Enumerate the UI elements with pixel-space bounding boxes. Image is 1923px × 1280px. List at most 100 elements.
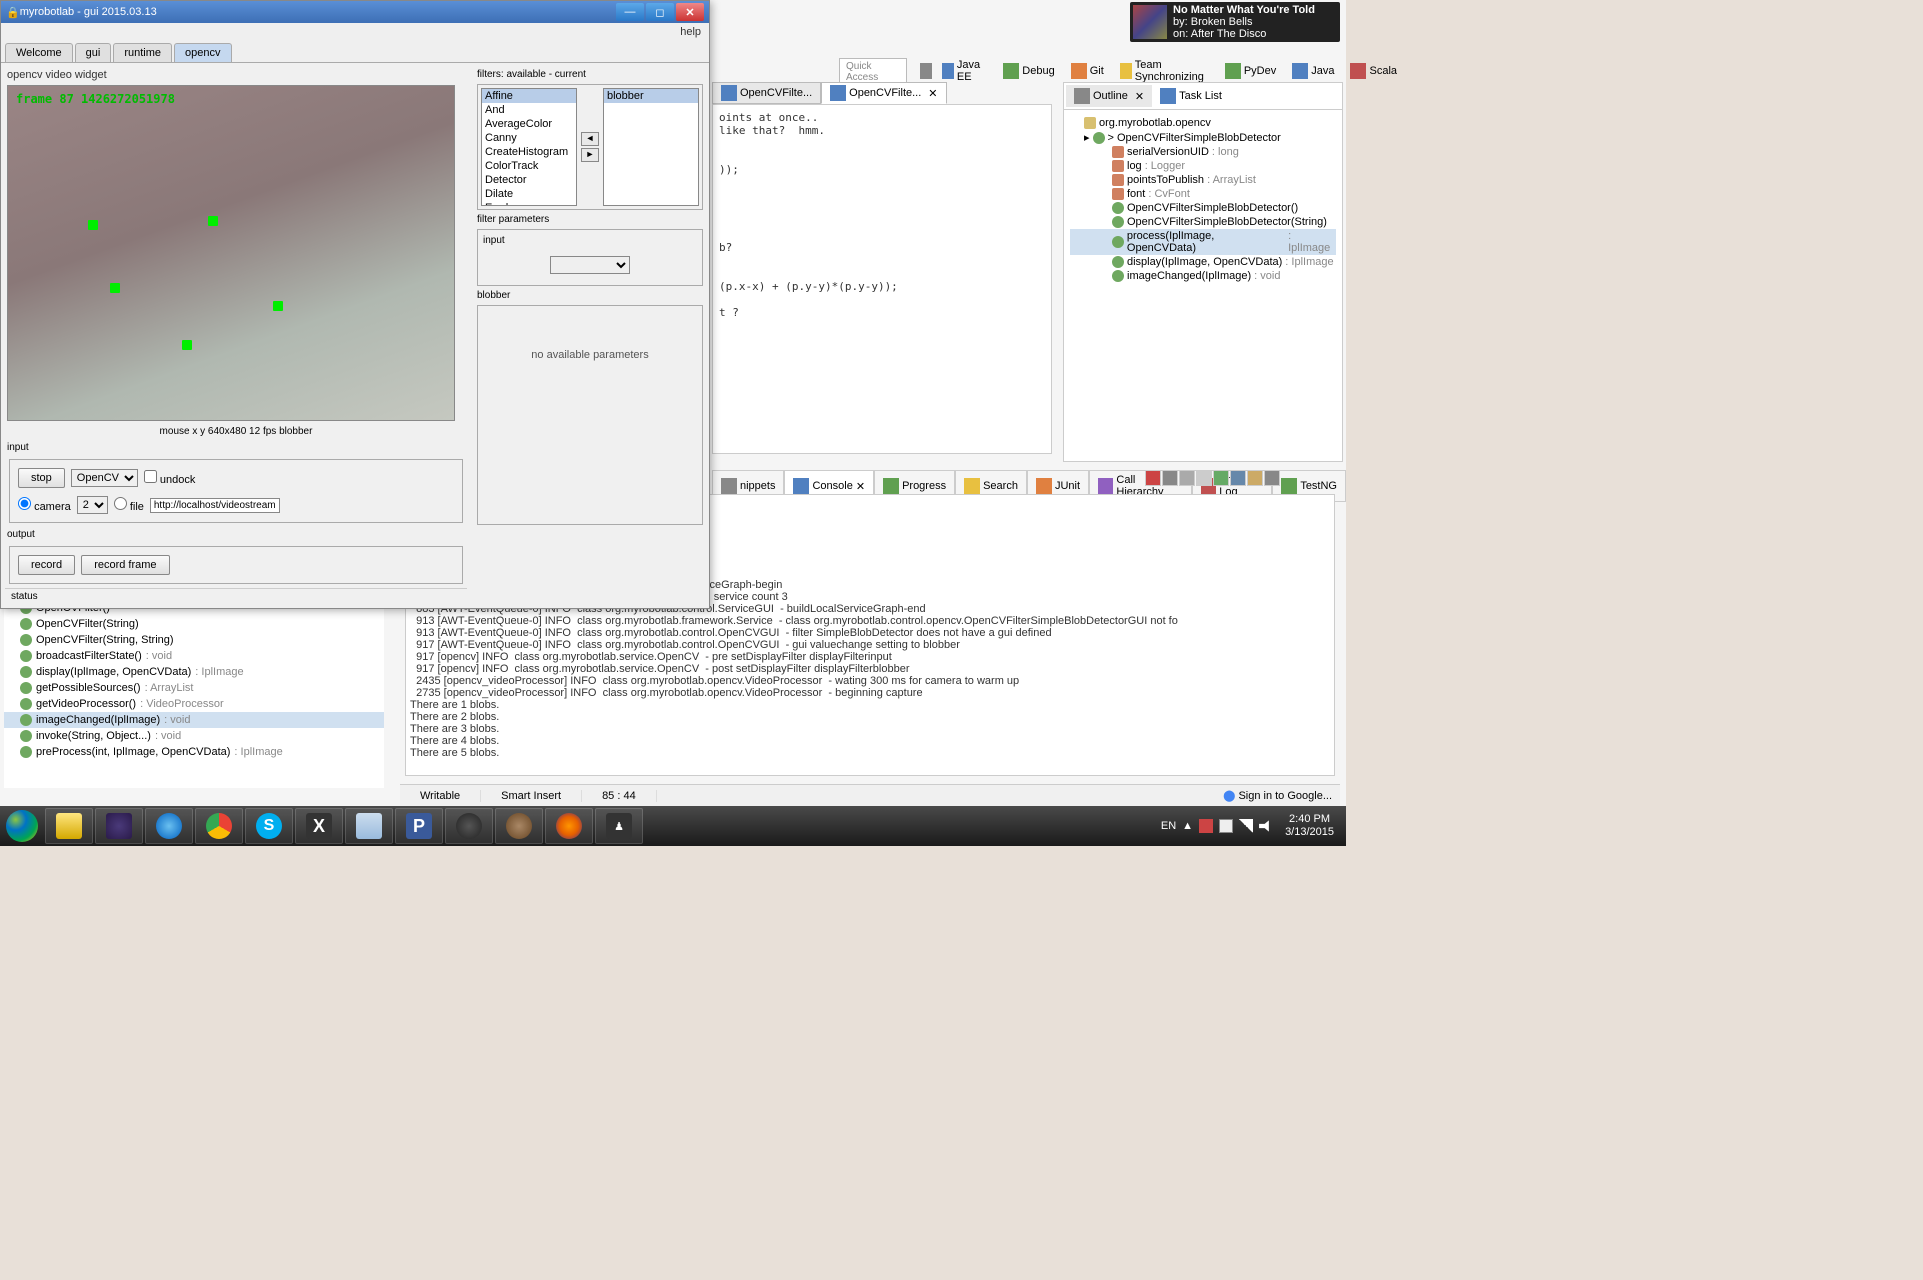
tab-runtime[interactable]: runtime: [113, 43, 172, 62]
outline-member[interactable]: display(IplImage, OpenCVData) : IplImage: [4, 664, 384, 680]
java-app-icon: ♟: [606, 813, 632, 839]
tab-gui[interactable]: gui: [75, 43, 112, 62]
outline-member[interactable]: broadcastFilterState() : void: [4, 648, 384, 664]
help-menu[interactable]: help: [1, 23, 709, 41]
editor-content[interactable]: oints at once.. like that? hmm. )); b? (…: [712, 104, 1052, 454]
video-display[interactable]: frame 87 1426272051978: [7, 85, 455, 421]
filter-option[interactable]: Canny: [482, 131, 576, 145]
outline-member[interactable]: OpenCVFilterSimpleBlobDetector(): [1070, 201, 1336, 215]
outline-member[interactable]: log : Logger: [1070, 159, 1336, 173]
taskbar-gear[interactable]: [495, 808, 543, 844]
perspective-scala[interactable]: Scala: [1344, 60, 1403, 82]
tab-welcome[interactable]: Welcome: [5, 43, 73, 62]
record-button[interactable]: record: [18, 555, 75, 575]
remove-filter-button[interactable]: ►: [581, 148, 599, 162]
filter-option[interactable]: ColorTrack: [482, 159, 576, 173]
stop-button[interactable]: stop: [18, 468, 65, 488]
taskbar-ie[interactable]: [145, 808, 193, 844]
outline-member[interactable]: OpenCVFilter(String, String): [4, 632, 384, 648]
editor-tab-1[interactable]: OpenCVFilte...: [712, 82, 821, 104]
close-button[interactable]: ✕: [676, 3, 704, 21]
current-filters-list[interactable]: blobber: [603, 88, 699, 206]
outline-member[interactable]: display(IplImage, OpenCVData) : IplImage: [1070, 255, 1336, 269]
minimize-button[interactable]: —: [616, 3, 644, 21]
perspective-java[interactable]: Java: [1286, 60, 1340, 82]
file-radio[interactable]: file: [114, 497, 144, 513]
tab-opencv[interactable]: opencv: [174, 43, 231, 62]
tasklist-tab[interactable]: Task List: [1152, 85, 1230, 107]
perspective-git[interactable]: Git: [1065, 60, 1110, 82]
outline-member[interactable]: getVideoProcessor() : VideoProcessor: [4, 696, 384, 712]
perspective-debug[interactable]: Debug: [997, 60, 1060, 82]
media-notification[interactable]: No Matter What You're Told by: Broken Be…: [1130, 2, 1340, 42]
tray-clock[interactable]: 2:40 PM 3/13/2015: [1279, 813, 1340, 839]
package-node[interactable]: org.myrobotlab.opencv: [1070, 116, 1336, 130]
scroll-lock-icon[interactable]: [1213, 470, 1229, 486]
record-frame-button[interactable]: record frame: [81, 555, 169, 575]
taskbar-notepad[interactable]: [345, 808, 393, 844]
filter-option[interactable]: AverageColor: [482, 117, 576, 131]
filter-option[interactable]: Dilate: [482, 187, 576, 201]
window-titlebar[interactable]: 🔒 myrobotlab - gui 2015.03.13 — ◻ ✕: [1, 1, 709, 23]
filter-input-select[interactable]: [550, 256, 630, 274]
taskbar-eclipse[interactable]: [95, 808, 143, 844]
camera-radio[interactable]: camera: [18, 497, 71, 513]
outline-member[interactable]: imageChanged(IplImage) : void: [1070, 269, 1336, 283]
outline-member[interactable]: OpenCVFilterSimpleBlobDetector(String): [1070, 215, 1336, 229]
file-url-input[interactable]: [150, 498, 280, 513]
clear-icon[interactable]: [1196, 470, 1212, 486]
outline-tab[interactable]: Outline✕: [1066, 85, 1152, 107]
current-filter-item[interactable]: blobber: [604, 89, 698, 103]
outline-member[interactable]: serialVersionUID : long: [1070, 145, 1336, 159]
battery-icon[interactable]: [1219, 819, 1233, 833]
terminate-icon[interactable]: [1145, 470, 1161, 486]
perspective-pydev[interactable]: PyDev: [1219, 60, 1282, 82]
taskbar-chrome[interactable]: [195, 808, 243, 844]
outline-member[interactable]: invoke(String, Object...) : void: [4, 728, 384, 744]
taskbar-camera[interactable]: [445, 808, 493, 844]
capture-source-select[interactable]: OpenCV: [71, 469, 138, 487]
outline-member[interactable]: getPossibleSources() : ArrayList: [4, 680, 384, 696]
taskbar-xming[interactable]: X: [295, 808, 343, 844]
pin-icon[interactable]: [1230, 470, 1246, 486]
show-hidden-icon[interactable]: ▲: [1182, 820, 1193, 832]
volume-icon[interactable]: [1259, 819, 1273, 833]
taskbar-skype[interactable]: S: [245, 808, 293, 844]
google-signin[interactable]: ⬤ Sign in to Google...: [1215, 789, 1340, 802]
filter-option[interactable]: Erode: [482, 201, 576, 206]
new-console-icon[interactable]: [1264, 470, 1280, 486]
outline-tree[interactable]: org.myrobotlab.opencv ▸ > OpenCVFilterSi…: [1064, 110, 1342, 289]
start-button[interactable]: [0, 806, 44, 846]
outline-member[interactable]: font : CvFont: [1070, 187, 1336, 201]
filter-option[interactable]: And: [482, 103, 576, 117]
close-icon[interactable]: ✕: [1135, 90, 1144, 103]
taskbar-pandora[interactable]: P: [395, 808, 443, 844]
undock-checkbox[interactable]: undock: [144, 470, 196, 486]
outline-member[interactable]: pointsToPublish : ArrayList: [1070, 173, 1336, 187]
open-perspective-icon[interactable]: [920, 63, 932, 79]
language-indicator[interactable]: EN: [1161, 820, 1176, 832]
remove-all-icon[interactable]: [1179, 470, 1195, 486]
outline-member[interactable]: preProcess(int, IplImage, OpenCVData) : …: [4, 744, 384, 760]
camera-index-select[interactable]: 2: [77, 496, 108, 514]
filter-option[interactable]: CreateHistogram: [482, 145, 576, 159]
blobber-title: blobber: [475, 288, 705, 303]
outline-member[interactable]: imageChanged(IplImage) : void: [4, 712, 384, 728]
flag-icon[interactable]: [1199, 819, 1213, 833]
class-node[interactable]: ▸ > OpenCVFilterSimpleBlobDetector: [1070, 130, 1336, 145]
filter-option[interactable]: Detector: [482, 173, 576, 187]
close-icon[interactable]: ✕: [928, 87, 937, 100]
display-icon[interactable]: [1247, 470, 1263, 486]
available-filters-list[interactable]: AffineAndAverageColorCannyCreateHistogra…: [481, 88, 577, 206]
editor-tab-2[interactable]: OpenCVFilte...✕: [821, 82, 946, 104]
network-icon[interactable]: [1239, 819, 1253, 833]
taskbar-firefox[interactable]: [545, 808, 593, 844]
add-filter-button[interactable]: ◄: [581, 132, 599, 146]
taskbar-java[interactable]: ♟: [595, 808, 643, 844]
taskbar-explorer[interactable]: [45, 808, 93, 844]
outline-member[interactable]: OpenCVFilter(String): [4, 616, 384, 632]
outline-member[interactable]: process(IplImage, OpenCVData) : IplImage: [1070, 229, 1336, 255]
filter-option[interactable]: Affine: [482, 89, 576, 103]
maximize-button[interactable]: ◻: [646, 3, 674, 21]
remove-icon[interactable]: [1162, 470, 1178, 486]
